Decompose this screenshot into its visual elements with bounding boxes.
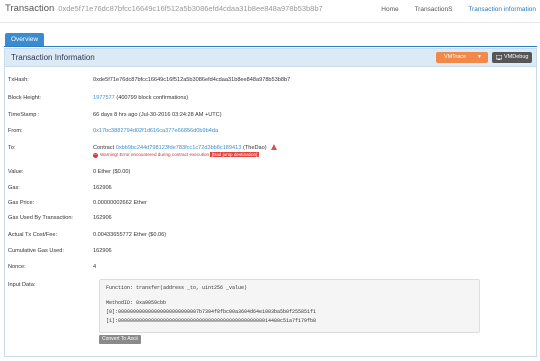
from-address-link[interactable]: 0x17bc3882794d02f1d616ca377e66856d0b9b4d… — [93, 128, 218, 134]
gas-used-label: Gas Used By Transaction: — [8, 215, 73, 221]
gas-value: 162906 — [93, 185, 112, 191]
timestamp-label: TimeStamp : — [8, 112, 40, 118]
breadcrumb-nav: Home TransactionS Transaction informatio… — [367, 6, 536, 13]
tx-cost-label: Actual Tx Cost/Fee: — [8, 232, 58, 238]
nav-transaction-information-link[interactable]: Transaction information — [468, 6, 536, 13]
block-height-label: Block Height: — [8, 95, 41, 101]
to-contract-name: (TheDao) — [242, 145, 267, 151]
gas-label: Gas: — [8, 185, 20, 191]
tx-cost-value: 0.00433655772 Ether ($0.06) — [93, 232, 167, 238]
gas-price-value: 0.00000002662 Ether — [93, 200, 147, 206]
input-data-label: Input Data: — [8, 282, 36, 288]
to-contract-prefix: Contract — [93, 145, 115, 151]
warning-badge: [Bad jump destination] — [210, 152, 259, 157]
warning-icon — [271, 144, 278, 150]
vmdebug-button[interactable]: VMDebug — [492, 52, 532, 63]
to-address-link[interactable]: 0xbb9bc244d798123fde783fcc1c72d3bb8c1894… — [116, 145, 242, 151]
vmdebug-label: VMDebug — [504, 54, 529, 60]
error-icon: – — [93, 152, 98, 158]
block-height-link[interactable]: 1977577 — [93, 95, 115, 101]
gas-price-label: Gas Price: — [8, 200, 35, 206]
nav-home-link[interactable]: Home — [381, 6, 398, 13]
page-heading: Transaction 0xde5f71e76dc87bfcc16649c16f5… — [5, 3, 323, 14]
nonce-label: Nonce: — [8, 264, 26, 270]
input-param-0: [0]:000000000000000000000000007b7394f8fb… — [106, 309, 317, 315]
convert-to-ascii-button[interactable]: Convert To Ascii — [99, 335, 141, 344]
panel-title: Transaction Information — [11, 53, 95, 62]
nonce-value: 4 — [93, 264, 97, 270]
warning-text: Warning! Error encountered during contra… — [100, 152, 210, 157]
input-function: Function: transfer(address _to, uint256 … — [106, 285, 248, 291]
nav-transactions-link[interactable]: TransactionS — [414, 6, 452, 13]
to-value: Contract 0xbb9bc244d798123fde783fcc1c72d… — [93, 144, 278, 151]
cumulative-gas-value: 162906 — [93, 248, 112, 254]
txhash-value: 0xde5f71e76dc87bfcc16649c16f512a5b3086ef… — [93, 77, 291, 83]
brand-title: Transaction — [5, 3, 55, 14]
txhash-label: TxHash: — [8, 77, 29, 83]
header-tx-hash: 0xde5f71e76dc87bfcc16649c16f512a5b3086ef… — [58, 4, 323, 13]
vmtrace-button[interactable]: VMTrace ▼ — [436, 52, 488, 63]
value-label: Value: — [8, 169, 24, 175]
block-confirmations: (400799 block confirmations) — [116, 95, 189, 101]
vmtrace-label: VMTrace — [444, 54, 467, 60]
cumulative-gas-label: Cumulative Gas Used: — [8, 248, 64, 254]
gas-used-value: 162906 — [93, 215, 112, 221]
caret-down-icon: ▼ — [477, 54, 482, 60]
to-label: To: — [8, 145, 16, 151]
input-param-1: [1]:000000000000000000000000000000000000… — [106, 318, 317, 324]
input-method-id: MethodID: 0xa9059cbb — [106, 300, 167, 306]
timestamp-value: 66 days 8 hrs ago (Jul-30-2016 03:24:28 … — [93, 112, 222, 118]
tab-overview[interactable]: Overview — [5, 33, 45, 46]
tab-bar: Overview — [4, 33, 537, 47]
debug-icon — [496, 54, 502, 60]
panel-header: Transaction Information VMTrace ▼ VMDebu… — [5, 49, 536, 67]
value-value: 0 Ether ($0.00) — [93, 169, 131, 175]
execution-warning: – Warning! Error encountered during contr… — [93, 152, 259, 158]
block-height-value: 1977577 (400799 block confirmations) — [93, 95, 188, 101]
from-label: From: — [8, 128, 23, 134]
input-data-box[interactable]: Function: transfer(address _to, uint256 … — [99, 279, 480, 333]
top-navbar: Transaction 0xde5f71e76dc87bfcc16649c16f5… — [0, 0, 540, 23]
from-value: 0x17bc3882794d02f1d616ca377e66856d0b9b4d… — [93, 128, 218, 134]
